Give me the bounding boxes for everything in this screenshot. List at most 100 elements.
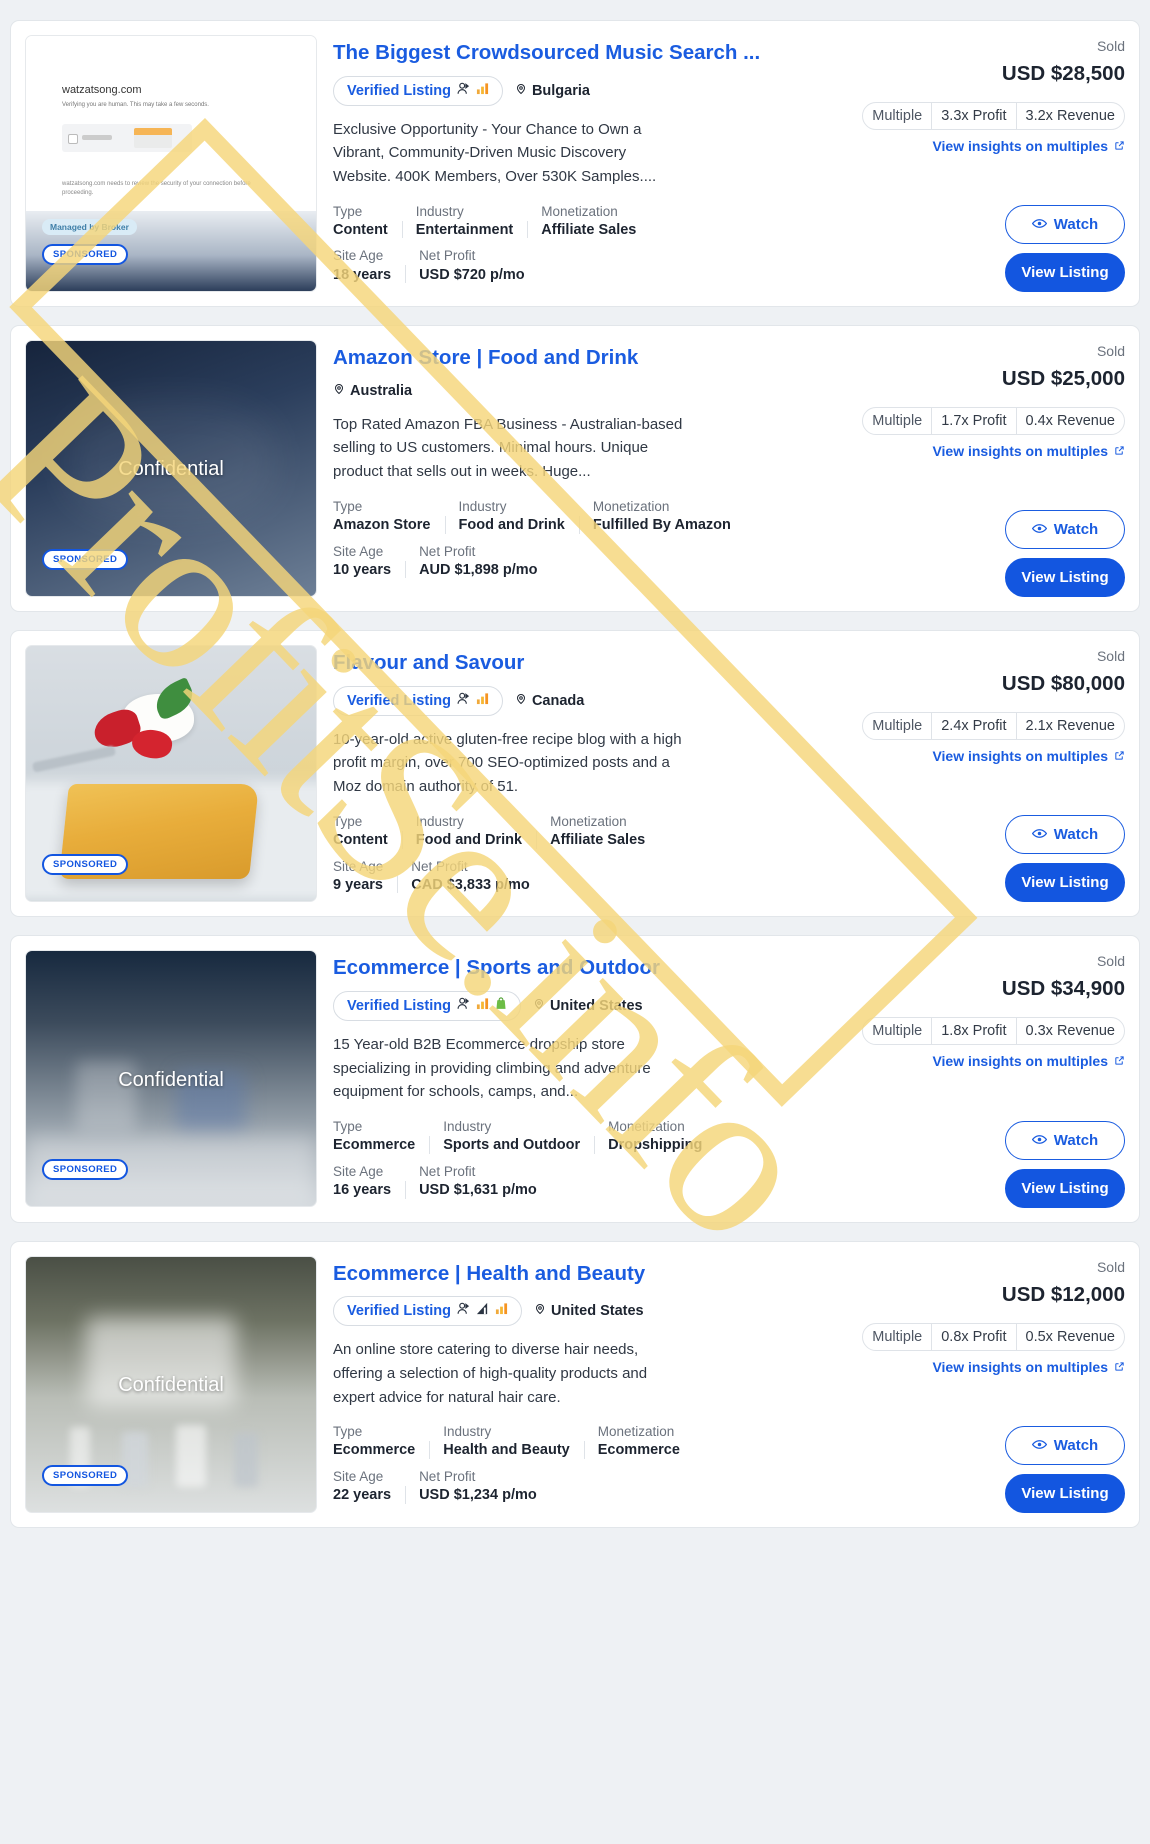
fact-net-profit-value: USD $1,631 p/mo: [419, 1182, 537, 1198]
listing-facts: Type Ecommerce Industry Sports and Outdo…: [333, 1118, 835, 1201]
listing-price: USD $34,900: [1001, 977, 1125, 1001]
external-link-icon: [1114, 443, 1125, 459]
view-insights-label: View insights on multiples: [932, 748, 1108, 765]
view-insights-link[interactable]: View insights on multiples: [932, 1053, 1125, 1069]
listing-thumbnail[interactable]: Confidential SPONSORED: [25, 950, 317, 1208]
multiple-label: Multiple: [872, 1023, 923, 1040]
fact-industry: Industry Food and Drink: [444, 498, 579, 536]
fact-type: Type Ecommerce: [333, 1118, 429, 1156]
view-listing-button[interactable]: View Listing: [1005, 1473, 1125, 1513]
chart-bars-icon: [476, 82, 489, 100]
listing-location: Canada: [515, 693, 584, 709]
fact-monetization-label: Monetization: [541, 203, 618, 219]
listing-facts: Type Content Industry Food and Drink Mon…: [333, 813, 835, 896]
eye-icon: [1031, 1437, 1047, 1454]
fact-net-profit-label: Net Profit: [411, 858, 468, 874]
listing-thumbnail[interactable]: SPONSORED: [25, 645, 317, 903]
listing-description: 10-year-old active gluten-free recipe bl…: [333, 730, 682, 796]
sponsored-badge: SPONSORED: [42, 244, 129, 265]
listing-card[interactable]: SPONSORED Flavour and Savour Verified Li…: [10, 630, 1140, 918]
fact-industry-value: Health and Beauty: [443, 1442, 570, 1459]
status-badge: Sold: [1096, 343, 1125, 360]
fact-site-age-label: Site Age: [333, 858, 384, 874]
confidential-label: Confidential: [118, 1068, 224, 1091]
listing-title[interactable]: Ecommerce | Health and Beauty: [333, 1262, 835, 1286]
fact-monetization-value: Dropshipping: [608, 1137, 703, 1154]
external-link-icon: [1114, 1053, 1125, 1069]
verified-listing-badge[interactable]: Verified Listing: [333, 75, 503, 106]
watch-button[interactable]: Watch: [1005, 510, 1125, 550]
listing-title[interactable]: The Biggest Crowdsourced Music Search ..…: [333, 41, 835, 65]
verified-listing-label: Verified Listing: [347, 1303, 451, 1320]
view-insights-link[interactable]: View insights on multiples: [932, 1359, 1125, 1375]
view-insights-link[interactable]: View insights on multiples: [932, 138, 1125, 154]
listing-description: Exclusive Opportunity - Your Chance to O…: [333, 120, 657, 185]
listing-location: Australia: [333, 383, 412, 399]
facts-row-secondary: Site Age 10 years Net Profit AUD $1,898 …: [333, 543, 835, 581]
fact-industry: Industry Food and Drink: [401, 813, 536, 851]
watch-button[interactable]: Watch: [1005, 815, 1125, 855]
listing-thumbnail[interactable]: Confidential SPONSORED: [25, 1255, 317, 1513]
view-listing-button[interactable]: View Listing: [1005, 253, 1125, 293]
listing-description: 15 Year-old B2B Ecommerce dropship store…: [333, 1035, 651, 1101]
fact-site-age-value: 18 years: [333, 266, 392, 283]
profit-multiple-value: 3.3x Profit: [931, 103, 1015, 129]
multiple-label: Multiple: [872, 1328, 923, 1345]
listing-pricing-panel: Sold USD $12,000 Multiple 0.8x Profit 0.…: [845, 1256, 1125, 1513]
location-pin-icon: [515, 693, 527, 709]
listing-actions: Watch View Listing: [1005, 1120, 1125, 1208]
listing-details: Amazon Store | Food and Drink Australia …: [317, 340, 845, 597]
listing-card[interactable]: watzatsong.com Verifying you are human. T…: [10, 20, 1140, 308]
listing-pricing-panel: Sold USD $80,000 Multiple 2.4x Profit 2.…: [845, 645, 1125, 903]
fact-industry-value: Sports and Outdoor: [443, 1137, 581, 1154]
location-pin-icon: [533, 998, 545, 1014]
listing-title[interactable]: Flavour and Savour: [333, 651, 835, 675]
listing-meta-row: Verified Listing Canada: [333, 685, 835, 716]
listing-thumbnail[interactable]: Confidential SPONSORED: [25, 340, 317, 598]
fact-industry: Industry Sports and Outdoor: [429, 1118, 594, 1156]
view-listing-button[interactable]: View Listing: [1005, 558, 1125, 598]
verified-listing-badge[interactable]: Verified Listing: [333, 685, 503, 716]
listing-card[interactable]: Confidential SPONSORED Amazon Store | Fo…: [10, 325, 1140, 613]
view-listing-button[interactable]: View Listing: [1005, 1168, 1125, 1208]
view-insights-link[interactable]: View insights on multiples: [932, 748, 1125, 764]
facts-row-secondary: Site Age 16 years Net Profit USD $1,631 …: [333, 1163, 835, 1201]
listing-title[interactable]: Ecommerce | Sports and Outdoor: [333, 956, 835, 980]
eye-icon: [1031, 1132, 1047, 1149]
verified-person-icon: [457, 997, 470, 1015]
listing-thumbnail[interactable]: watzatsong.com Verifying you are human. T…: [25, 35, 317, 292]
listing-price: USD $28,500: [1001, 62, 1125, 85]
verified-listing-badge[interactable]: Verified Listing: [333, 1296, 522, 1327]
listing-details: Ecommerce | Sports and Outdoor Verified …: [317, 950, 845, 1207]
watch-button-label: Watch: [1053, 1436, 1099, 1454]
revenue-multiple-value: 0.5x Revenue: [1015, 1323, 1124, 1350]
facts-row-primary: Type Ecommerce Industry Sports and Outdo…: [333, 1118, 835, 1156]
confidential-label: Confidential: [118, 1373, 224, 1396]
watch-button[interactable]: Watch: [1005, 1425, 1125, 1465]
fact-type-value: Ecommerce: [333, 1442, 416, 1459]
view-insights-link[interactable]: View insights on multiples: [932, 443, 1125, 459]
verified-listing-badge[interactable]: Verified Listing: [333, 990, 521, 1021]
facts-row-primary: Type Amazon Store Industry Food and Drin…: [333, 498, 835, 536]
watch-button-label: Watch: [1053, 826, 1099, 844]
verified-person-icon: [457, 82, 470, 100]
listing-title[interactable]: Amazon Store | Food and Drink: [333, 346, 835, 370]
fact-type-label: Type: [333, 813, 363, 829]
fact-monetization: Monetization Ecommerce: [583, 1423, 694, 1461]
listing-location: United States: [533, 998, 643, 1014]
multiples-group: Multiple 2.4x Profit 2.1x Revenue: [862, 712, 1125, 741]
view-listing-button[interactable]: View Listing: [1005, 863, 1125, 903]
watch-button[interactable]: Watch: [1005, 1120, 1125, 1160]
facts-row-secondary: Site Age 18 years Net Profit USD $720 p/…: [333, 247, 835, 285]
verified-listing-label: Verified Listing: [347, 692, 451, 709]
watch-button[interactable]: Watch: [1005, 205, 1125, 245]
view-insights-label: View insights on multiples: [932, 443, 1108, 460]
location-label: United States: [549, 997, 643, 1014]
fact-monetization-label: Monetization: [592, 498, 670, 514]
location-pin-icon: [534, 1303, 546, 1319]
listing-card[interactable]: Confidential SPONSORED Ecommerce | Sport…: [10, 935, 1140, 1223]
listing-card[interactable]: Confidential SPONSORED Ecommerce | Healt…: [10, 1240, 1140, 1528]
listing-details: Ecommerce | Health and Beauty Verified L…: [317, 1256, 845, 1513]
fact-type-label: Type: [333, 203, 363, 219]
external-link-icon: [1114, 138, 1125, 154]
